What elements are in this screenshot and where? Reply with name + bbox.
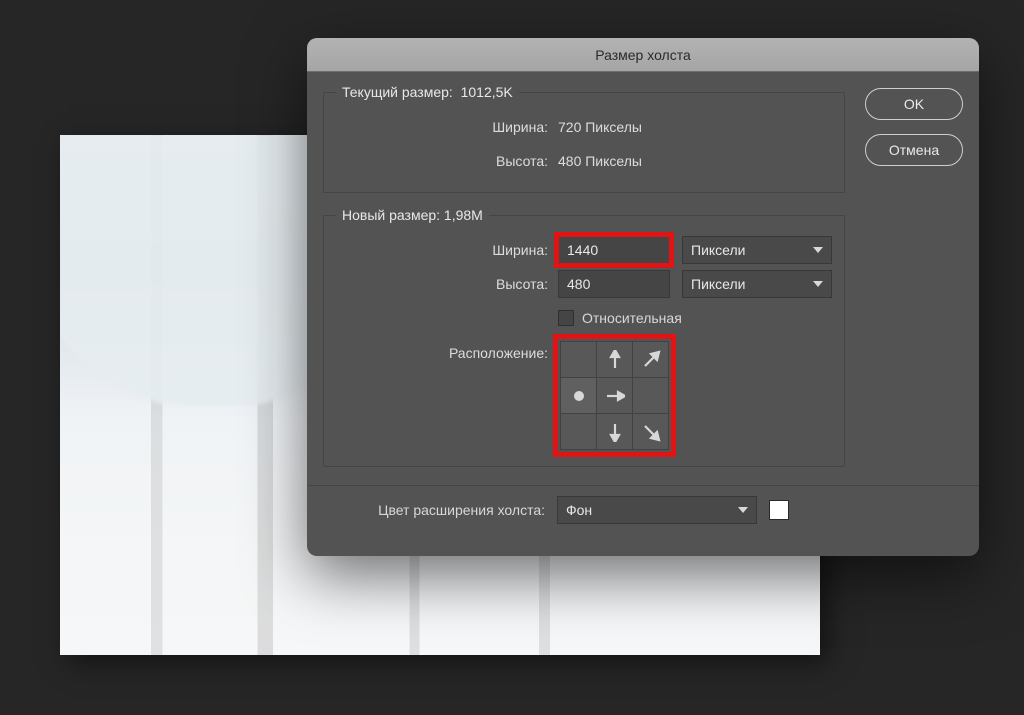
new-height-input[interactable] bbox=[558, 270, 670, 298]
cancel-button[interactable]: Отмена bbox=[865, 134, 963, 166]
chevron-down-icon bbox=[813, 247, 823, 253]
anchor-bottom-right[interactable] bbox=[633, 414, 669, 450]
dialog-title: Размер холста bbox=[307, 38, 979, 72]
anchor-bottom[interactable] bbox=[597, 414, 633, 450]
extension-color-swatch[interactable] bbox=[769, 500, 789, 520]
anchor-grid-highlight bbox=[558, 339, 671, 452]
anchor-left[interactable] bbox=[561, 378, 597, 414]
extension-color-select[interactable]: Фон bbox=[557, 496, 757, 524]
canvas-size-dialog: Размер холста Текущий размер: 1012,5K Ши… bbox=[307, 38, 979, 556]
anchor-label: Расположение: bbox=[336, 339, 558, 361]
new-width-input[interactable] bbox=[558, 236, 670, 264]
ok-button[interactable]: OK bbox=[865, 88, 963, 120]
anchor-top-right[interactable] bbox=[633, 342, 669, 378]
current-width-label: Ширина: bbox=[336, 119, 558, 135]
relative-label: Относительная bbox=[582, 310, 682, 326]
current-size-legend: Текущий размер: 1012,5K bbox=[336, 84, 519, 100]
new-width-unit-select[interactable]: Пиксели bbox=[682, 236, 832, 264]
new-width-label: Ширина: bbox=[336, 242, 558, 258]
anchor-right[interactable] bbox=[633, 378, 669, 414]
chevron-down-icon bbox=[738, 507, 748, 513]
current-height-value: 480 Пикселы bbox=[558, 153, 642, 169]
anchor-grid[interactable] bbox=[560, 341, 669, 450]
anchor-top[interactable] bbox=[597, 342, 633, 378]
new-height-unit-select[interactable]: Пиксели bbox=[682, 270, 832, 298]
current-size-group: Текущий размер: 1012,5K Ширина: 720 Пикс… bbox=[323, 84, 845, 193]
current-height-label: Высота: bbox=[336, 153, 558, 169]
anchor-bottom-left[interactable] bbox=[561, 414, 597, 450]
new-size-group: Новый размер: 1,98M Ширина: Пиксели Высо… bbox=[323, 207, 845, 467]
current-width-value: 720 Пикселы bbox=[558, 119, 642, 135]
anchor-center[interactable] bbox=[597, 378, 633, 414]
relative-checkbox[interactable] bbox=[558, 310, 574, 326]
extension-color-label: Цвет расширения холста: bbox=[323, 502, 545, 518]
new-height-label: Высота: bbox=[336, 276, 558, 292]
chevron-down-icon bbox=[813, 281, 823, 287]
new-size-legend: Новый размер: 1,98M bbox=[336, 207, 489, 223]
anchor-top-left[interactable] bbox=[561, 342, 597, 378]
